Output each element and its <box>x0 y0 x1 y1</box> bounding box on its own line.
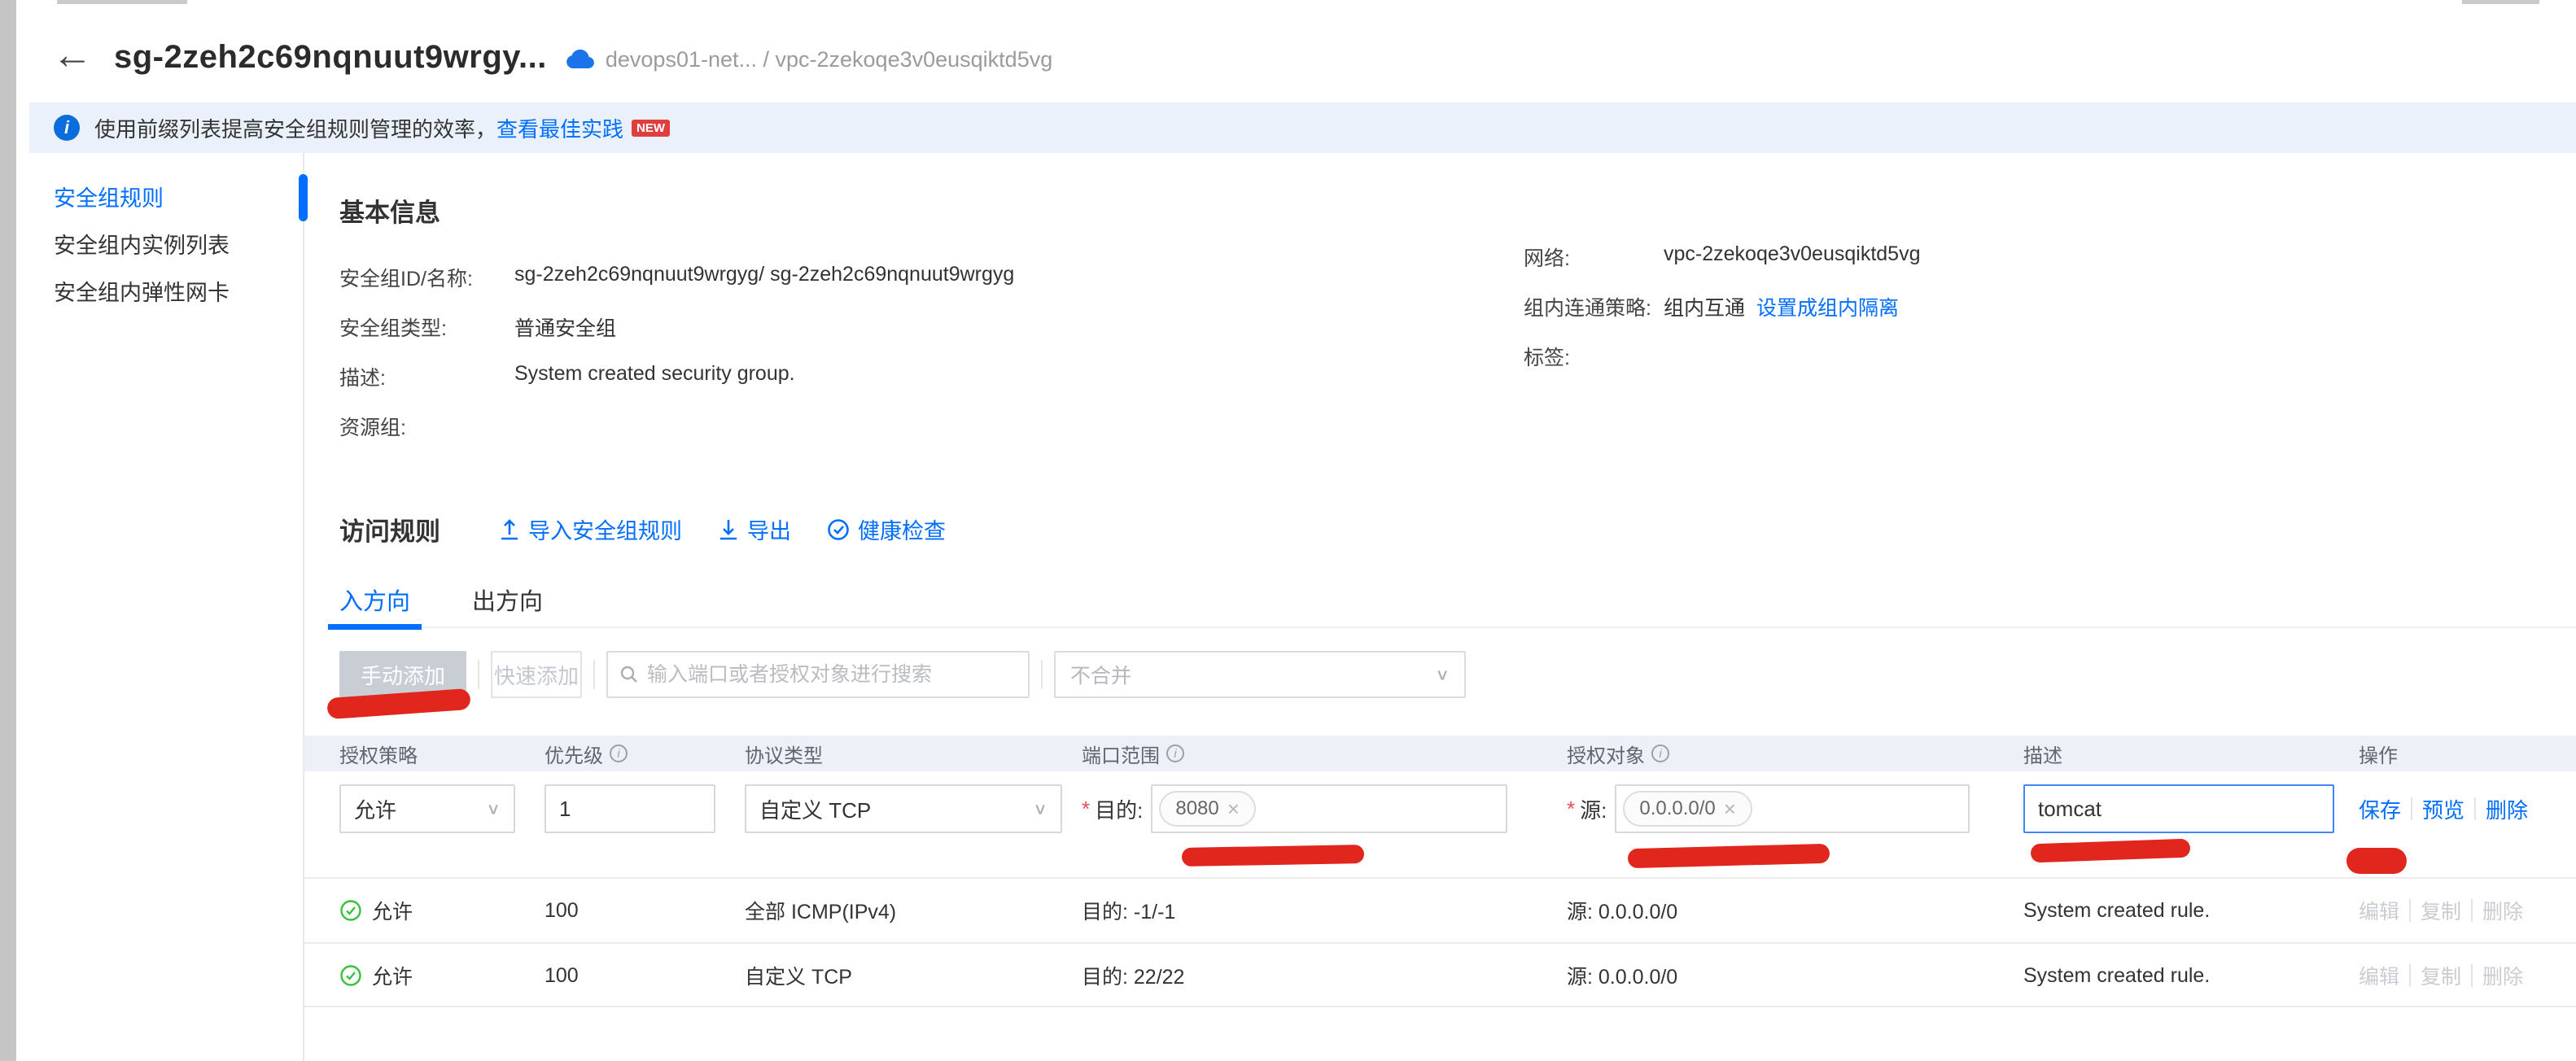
protocol-select[interactable]: 自定义 TCP ∨ <box>745 784 1062 833</box>
source-tag-input[interactable]: 0.0.0.0/0 × <box>1615 784 1970 833</box>
annotation-underline-save <box>2346 848 2407 874</box>
sidebar-item-eni-list[interactable]: 安全组内弹性网卡 <box>16 267 303 314</box>
new-badge: NEW <box>632 120 670 137</box>
col-protocol: 协议类型 <box>745 740 1082 768</box>
rules-search-box[interactable] <box>606 651 1030 698</box>
access-rules-title: 访问规则 <box>339 511 440 548</box>
cutoff-remnant <box>57 0 187 4</box>
sidebar-item-security-group-rules[interactable]: 安全组规则 <box>16 172 303 220</box>
notice-banner: i 使用前缀列表提高安全组规则管理的效率， 查看最佳实践 NEW <box>29 103 2576 153</box>
col-policy: 授权策略 <box>339 740 545 768</box>
download-icon <box>718 518 739 541</box>
delete-rule-link[interactable]: 删除 <box>2482 961 2523 990</box>
delete-rule-link[interactable]: 删除 <box>2486 794 2528 824</box>
chevron-down-icon: ∨ <box>1435 665 1450 683</box>
rules-search-input[interactable] <box>647 663 1017 687</box>
scrollbar-thumb[interactable] <box>299 174 308 221</box>
sidebar-item-instance-list[interactable]: 安全组内实例列表 <box>16 220 303 267</box>
port-tag: 8080 × <box>1159 791 1256 827</box>
direction-tabs: 入方向 出方向 <box>339 583 2576 628</box>
col-priority: 优先级 i <box>545 740 745 768</box>
edit-rule-link[interactable]: 编辑 <box>2359 896 2399 925</box>
quick-add-button[interactable]: 快速添加 <box>491 651 582 698</box>
field-network: 网络: vpc-2zekoqe3v0eusqiktd5vg <box>1524 242 1920 292</box>
field-sg-id-name: 安全组ID/名称: sg-2zeh2c69nqnuut9wrgyg/ sg-2z… <box>339 263 1014 312</box>
toolbar-divider <box>478 660 479 689</box>
toolbar-divider <box>593 660 595 689</box>
chevron-down-icon: ∨ <box>486 799 501 818</box>
priority-info-icon: i <box>610 744 628 762</box>
port-info-icon: i <box>1166 744 1184 762</box>
set-isolation-link[interactable]: 设置成组内隔离 <box>1756 292 1899 342</box>
page-header: ← sg-2zeh2c69nqnuut9wrgy... devops01-net… <box>16 24 2576 90</box>
content-panel: 基本信息 安全组ID/名称: sg-2zeh2c69nqnuut9wrgyg/ … <box>303 153 2576 1061</box>
page-title: sg-2zeh2c69nqnuut9wrgy... <box>114 39 547 76</box>
description-input[interactable] <box>2023 784 2334 833</box>
back-arrow-button[interactable]: ← <box>52 34 93 75</box>
tag-remove-icon[interactable]: × <box>1724 798 1736 819</box>
source-label: 源: <box>1580 794 1607 824</box>
tab-outbound[interactable]: 出方向 <box>472 583 543 628</box>
col-port-range: 端口范围 i <box>1082 740 1567 768</box>
merge-mode-select[interactable]: 不合并 ∨ <box>1054 651 1466 698</box>
field-tags: 标签: <box>1524 342 1920 391</box>
rules-table-header: 授权策略 优先级 i 协议类型 端口范围 i 授权对象 i 描述 操作 <box>304 736 2576 771</box>
edit-rule-link[interactable]: 编辑 <box>2359 961 2399 990</box>
dest-port-tag-input[interactable]: 8080 × <box>1151 784 1507 833</box>
basic-info-title: 基本信息 <box>339 192 1014 229</box>
import-rules-link[interactable]: 导入安全组规则 <box>499 513 682 545</box>
field-intra-policy: 组内连通策略: 组内互通 设置成组内隔离 <box>1524 292 1920 342</box>
basic-info-section: 基本信息 安全组ID/名称: sg-2zeh2c69nqnuut9wrgyg/ … <box>339 192 1014 461</box>
breadcrumb: devops01-net... / vpc-2zekoqe3v0eusqiktd… <box>606 47 1052 72</box>
preview-rule-link[interactable]: 预览 <box>2422 794 2464 824</box>
check-circle-icon <box>339 899 362 922</box>
dest-label: 目的: <box>1095 794 1143 824</box>
access-rules-header: 访问规则 导入安全组规则 导出 <box>339 511 946 548</box>
shield-check-icon <box>827 518 850 541</box>
cutoff-remnant <box>2462 0 2539 4</box>
table-row: 允许 100 全部 ICMP(IPv4) 目的: -1/-1 源: 0.0.0.… <box>304 877 2576 942</box>
col-source: 授权对象 i <box>1567 740 2023 768</box>
rule-edit-row: 允许 ∨ 自定义 TCP ∨ * 目的: <box>304 771 2576 877</box>
copy-rule-link[interactable]: 复制 <box>2421 961 2461 990</box>
sidebar: 安全组规则 安全组内实例列表 安全组内弹性网卡 <box>16 153 303 1061</box>
field-resource-group: 资源组: <box>339 412 1014 461</box>
tab-inbound[interactable]: 入方向 <box>339 583 410 628</box>
source-info-icon: i <box>1651 744 1669 762</box>
table-row: 允许 100 自定义 TCP 目的: 22/22 源: 0.0.0.0/0 Sy… <box>304 942 2576 1007</box>
col-description: 描述 <box>2023 740 2359 768</box>
annotation-underline-dest-port <box>1182 845 1364 867</box>
chevron-down-icon: ∨ <box>1033 799 1047 818</box>
best-practice-link[interactable]: 查看最佳实践 <box>496 113 623 143</box>
field-sg-type: 安全组类型: 普通安全组 <box>339 312 1014 362</box>
info-icon: i <box>54 115 80 141</box>
save-rule-link[interactable]: 保存 <box>2359 794 2401 824</box>
upload-icon <box>499 518 520 541</box>
health-check-link[interactable]: 健康检查 <box>827 513 946 545</box>
copy-rule-link[interactable]: 复制 <box>2421 896 2461 925</box>
source-tag: 0.0.0.0/0 × <box>1623 791 1752 827</box>
rules-toolbar: 手动添加 快速添加 不合并 ∨ <box>339 651 1466 698</box>
toolbar-divider <box>1041 660 1043 689</box>
security-group-detail-page: < ← sg-2zeh2c69nqnuut9wrgy... devops01-n… <box>0 0 2576 1061</box>
policy-select[interactable]: 允许 ∨ <box>339 784 515 833</box>
check-circle-icon <box>339 964 362 987</box>
collapsed-panel-strip <box>0 0 16 1061</box>
delete-rule-link[interactable]: 删除 <box>2482 896 2523 925</box>
basic-info-right-column: 网络: vpc-2zekoqe3v0eusqiktd5vg 组内连通策略: 组内… <box>1524 242 1920 391</box>
search-icon <box>619 665 639 684</box>
priority-input[interactable] <box>545 784 715 833</box>
banner-text: 使用前缀列表提高安全组规则管理的效率， <box>94 113 496 143</box>
required-marker: * <box>1567 797 1575 822</box>
cloud-icon <box>565 49 594 70</box>
col-actions: 操作 <box>2359 740 2576 768</box>
export-link[interactable]: 导出 <box>718 513 791 545</box>
field-description: 描述: System created security group. <box>339 362 1014 412</box>
required-marker: * <box>1082 797 1090 822</box>
tag-remove-icon[interactable]: × <box>1227 798 1240 819</box>
